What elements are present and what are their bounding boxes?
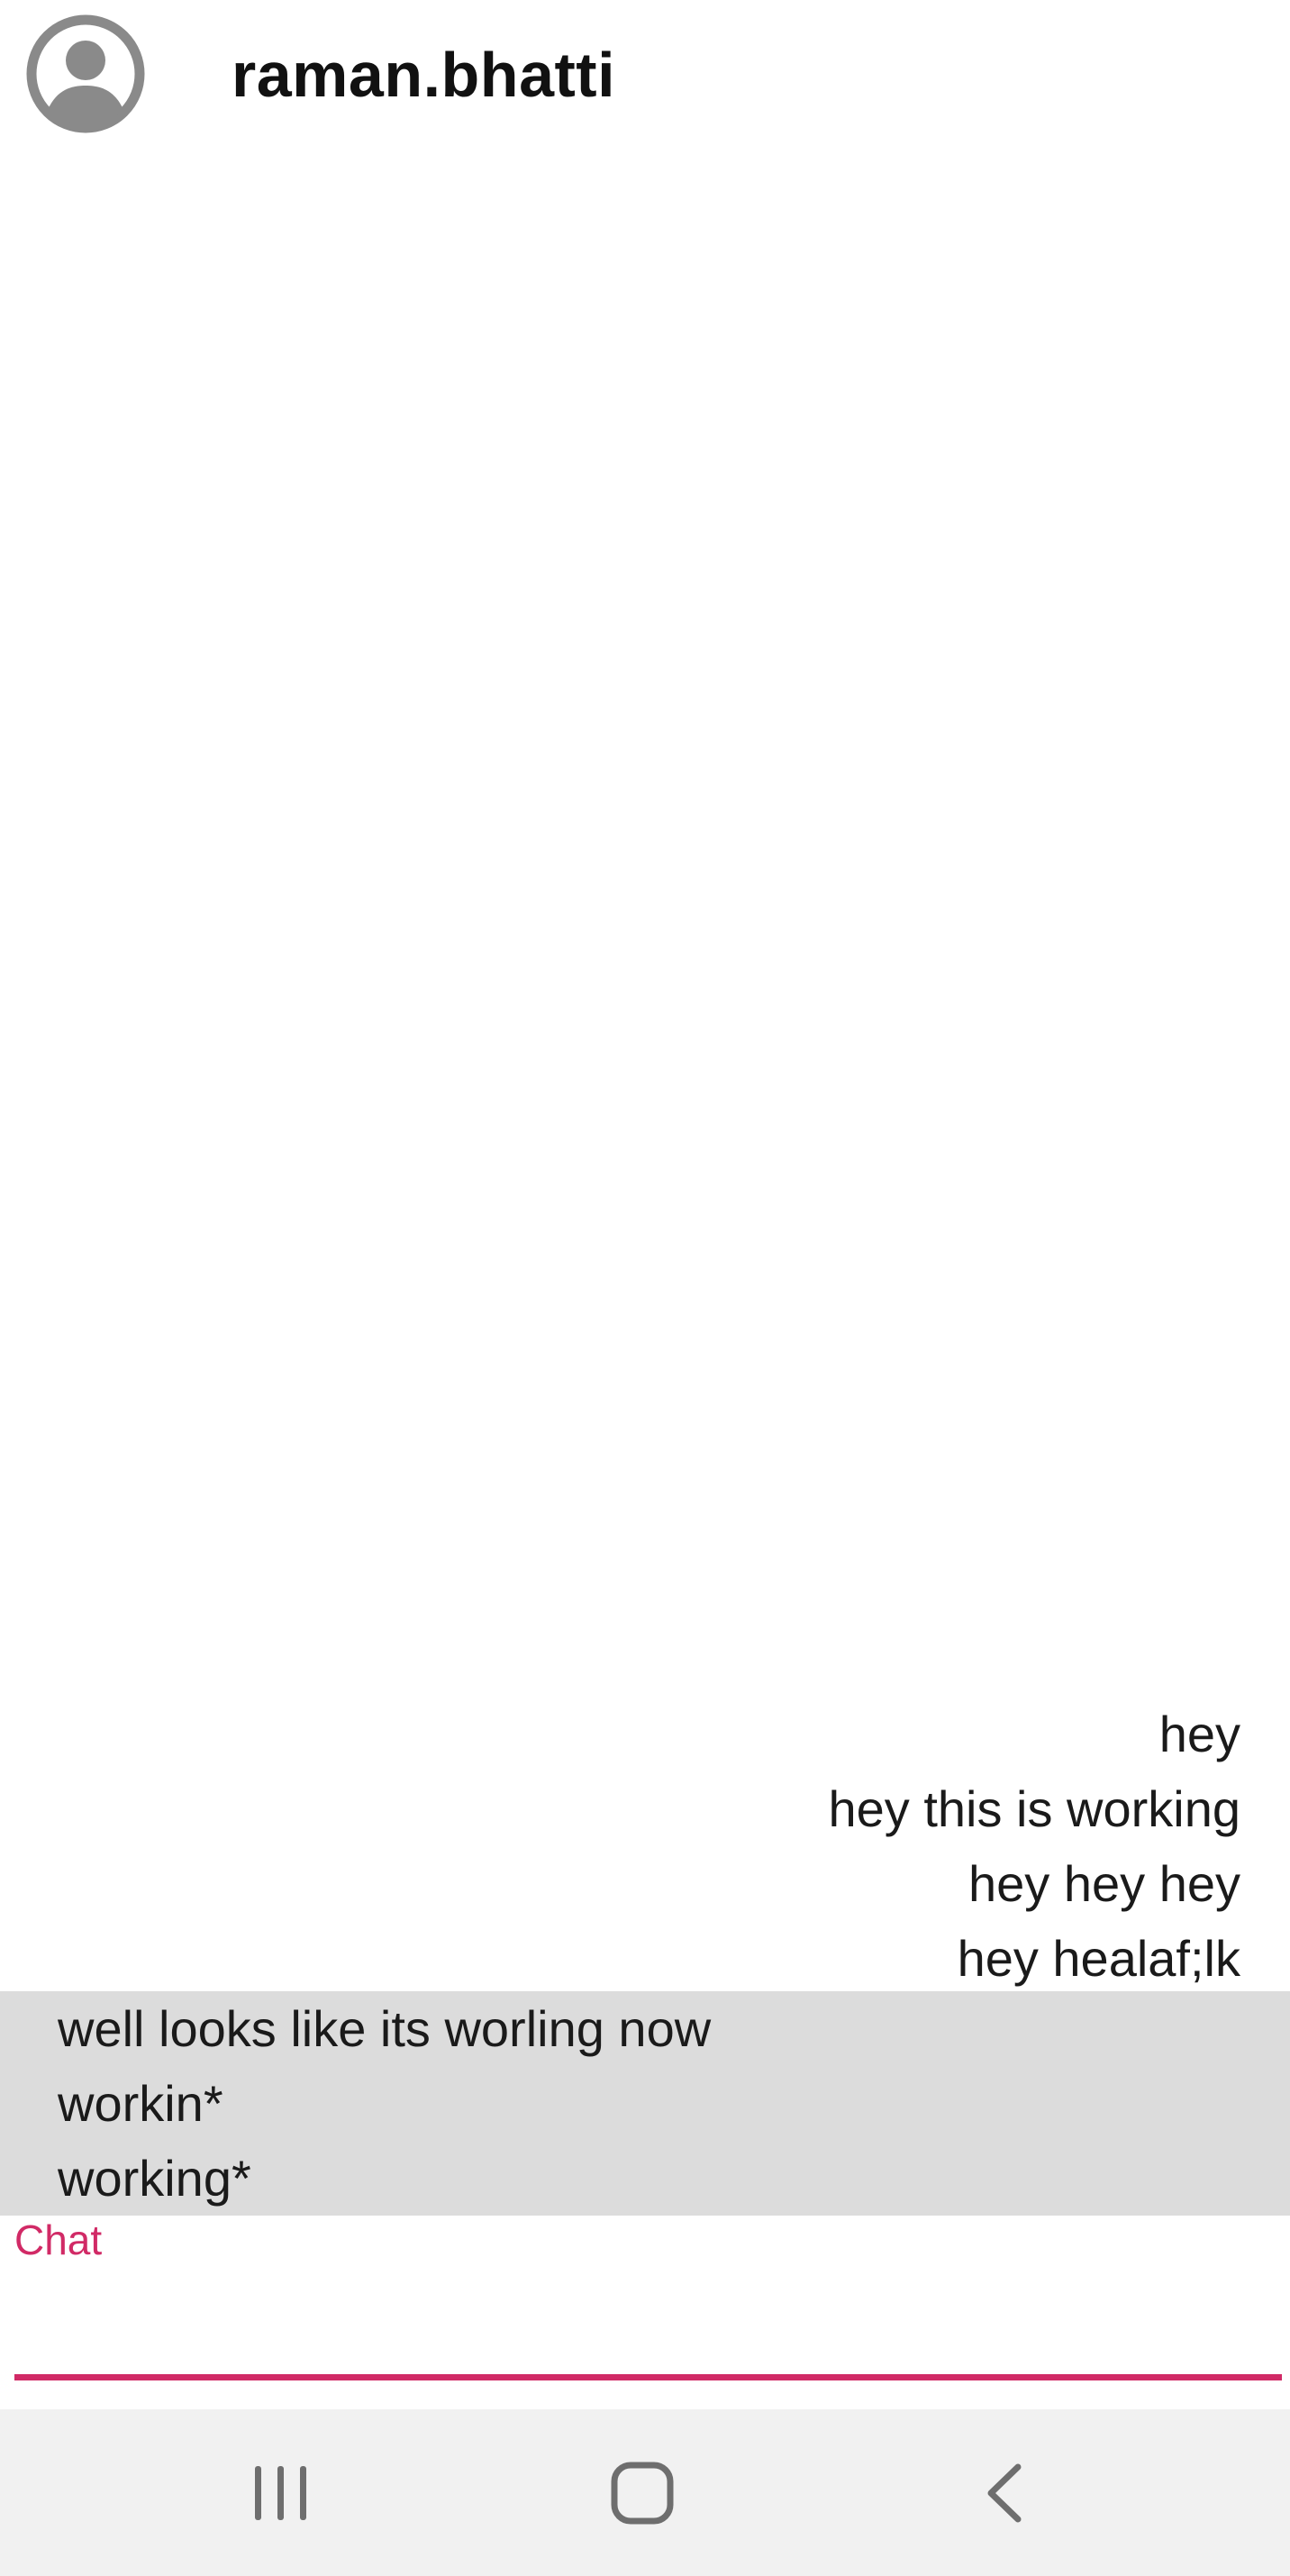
home-button[interactable] [552, 2409, 732, 2576]
sent-message: hey [1158, 1706, 1240, 1762]
received-messages: well looks like its worling now workin* … [0, 1991, 1290, 2216]
sent-message: hey healaf;lk [957, 1930, 1240, 1987]
recent-apps-button[interactable] [191, 2409, 371, 2576]
chat-input-underline [14, 2374, 1282, 2380]
home-icon [611, 2462, 674, 2524]
chat-input-label: Chat [14, 2216, 103, 2263]
chat-header: raman.bhatti [0, 0, 1290, 149]
received-message: well looks like its worling now [58, 2000, 712, 2057]
back-button[interactable] [915, 2409, 1095, 2576]
sent-message: hey this is working [828, 1780, 1240, 1837]
chat-composer: Chat [14, 2212, 1282, 2384]
recent-apps-icon [255, 2465, 306, 2520]
received-message: working* [58, 2150, 251, 2207]
back-icon [987, 2463, 1022, 2522]
chat-username: raman.bhatti [232, 40, 616, 110]
system-navigation-bar [0, 2409, 1290, 2576]
received-message: workin* [58, 2075, 223, 2132]
chat-input[interactable] [14, 2268, 1282, 2367]
sent-message: hey hey hey [968, 1855, 1240, 1912]
account-circle-icon[interactable] [25, 14, 146, 134]
message-list: hey hey this is working hey hey hey hey … [0, 1697, 1290, 1996]
